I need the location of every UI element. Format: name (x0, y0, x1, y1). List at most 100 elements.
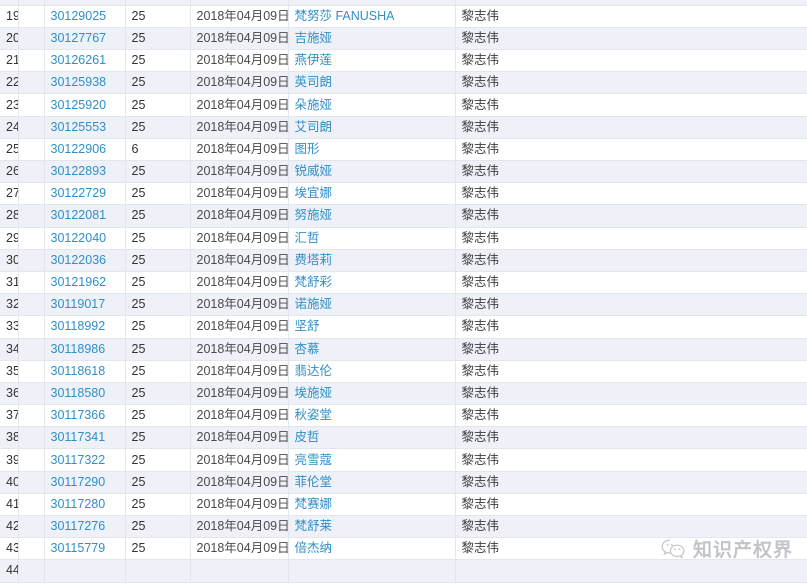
registration-number-cell[interactable]: 30121962 (44, 271, 126, 295)
trademark-name-cell[interactable]: 费塔莉 (288, 249, 456, 272)
trademark-name-cell[interactable]: 汇哲 (288, 227, 456, 250)
trademark-name-link[interactable]: 梵舒莱 (295, 519, 333, 533)
registration-number-cell[interactable]: 30122906 (44, 138, 126, 162)
registration-number-link[interactable]: 30126261 (51, 53, 107, 67)
registration-number-link[interactable]: 30118992 (51, 319, 106, 333)
registration-number-cell[interactable]: 30117366 (44, 404, 126, 428)
table-row[interactable]: 40 30117290 252018年04月09日菲伦堂 黎志伟 (0, 471, 807, 494)
registration-number-link[interactable]: 30118580 (51, 386, 106, 400)
registration-number-cell[interactable]: 30125553 (44, 116, 126, 139)
registration-number-link[interactable]: 30118618 (51, 364, 106, 378)
registration-number-link[interactable]: 30122036 (51, 253, 107, 267)
trademark-name-cell[interactable] (288, 559, 456, 583)
trademark-name-link[interactable]: 图形 (295, 142, 320, 156)
trademark-name-link[interactable]: 费塔莉 (295, 253, 333, 267)
trademark-name-link[interactable]: 锐威娅 (295, 164, 333, 178)
trademark-name-cell[interactable]: 艾司朗 (288, 116, 456, 139)
registration-number-link[interactable]: 30125553 (51, 120, 107, 134)
registration-number-cell[interactable]: 30125938 (44, 71, 126, 95)
trademark-name-cell[interactable]: 埃宜娜 (288, 182, 456, 206)
trademark-name-link[interactable]: 艾司朗 (295, 120, 333, 134)
table-row[interactable]: 33 30118992 252018年04月09日坚舒 黎志伟 (0, 315, 807, 339)
registration-number-cell[interactable]: 30119017 (44, 293, 126, 317)
trademark-name-link[interactable]: 诺施娅 (295, 297, 333, 311)
trademark-name-link[interactable]: 朵施娅 (295, 98, 333, 112)
table-row[interactable]: 35 30118618 252018年04月09日翡达伦 黎志伟 (0, 360, 807, 383)
table-row[interactable]: 44 (0, 559, 807, 583)
registration-number-link[interactable]: 30122906 (51, 142, 107, 156)
registration-number-cell[interactable]: 30126261 (44, 49, 126, 73)
trademark-name-link[interactable]: 秋姿堂 (295, 408, 333, 422)
trademark-name-link[interactable]: 杏慕 (295, 342, 320, 356)
trademark-name-link[interactable]: 倍杰纳 (295, 541, 333, 555)
table-row[interactable]: 24 30125553 252018年04月09日艾司朗 黎志伟 (0, 116, 807, 139)
table-row[interactable]: 34 30118986 252018年04月09日杏慕 黎志伟 (0, 338, 807, 361)
registration-number-cell[interactable]: 30122729 (44, 182, 126, 206)
trademark-name-cell[interactable]: 吉施娅 (288, 27, 456, 51)
trademark-name-cell[interactable]: 梵努莎 FANUSHA (288, 5, 456, 28)
registration-number-cell[interactable]: 30118986 (44, 338, 126, 361)
table-row[interactable]: 27 30122729 252018年04月09日埃宜娜 黎志伟 (0, 182, 807, 206)
registration-number-cell[interactable]: 30117280 (44, 493, 126, 517)
trademark-name-cell[interactable]: 锐威娅 (288, 160, 456, 184)
registration-number-cell[interactable]: 30122081 (44, 204, 126, 228)
table-scroll-viewport[interactable]: 18 30129440252018年04月09日丹玛莲黎志伟19 3012902… (0, 0, 807, 584)
table-row[interactable]: 30 30122036 252018年04月09日费塔莉 黎志伟 (0, 249, 807, 272)
table-row[interactable]: 37 30117366 252018年04月09日秋姿堂 黎志伟 (0, 404, 807, 428)
trademark-name-cell[interactable]: 诺施娅 (288, 293, 456, 317)
table-row[interactable]: 25 30122906 62018年04月09日图形 黎志伟 (0, 138, 807, 162)
trademark-name-link[interactable]: 梵舒彩 (295, 275, 333, 289)
registration-number-link[interactable]: 30115779 (51, 541, 106, 555)
trademark-name-link[interactable]: 吉施娅 (295, 31, 333, 45)
trademark-name-link[interactable]: 燕伊莲 (295, 53, 333, 67)
registration-number-link[interactable]: 30117341 (51, 430, 106, 444)
registration-number-cell[interactable]: 30118580 (44, 382, 126, 406)
registration-number-cell[interactable]: 30118992 (44, 315, 126, 339)
trademark-name-cell[interactable]: 梵舒莱 (288, 515, 456, 539)
trademark-name-cell[interactable]: 燕伊莲 (288, 49, 456, 73)
trademark-name-link[interactable]: 梵努莎 FANUSHA (295, 9, 395, 23)
trademark-name-link[interactable]: 菲伦堂 (295, 475, 333, 489)
registration-number-link[interactable]: 30117366 (51, 408, 106, 422)
trademark-name-cell[interactable]: 菲伦堂 (288, 471, 456, 494)
registration-number-link[interactable]: 30122081 (51, 208, 107, 222)
trademark-name-link[interactable]: 坚舒 (295, 319, 320, 333)
trademark-name-link[interactable]: 埃宜娜 (295, 186, 333, 200)
table-row[interactable]: 36 30118580 252018年04月09日埃施娅 黎志伟 (0, 382, 807, 406)
registration-number-cell[interactable]: 30122036 (44, 249, 126, 272)
trademark-name-link[interactable]: 汇哲 (295, 231, 320, 245)
trademark-name-cell[interactable]: 杏慕 (288, 338, 456, 361)
trademark-name-cell[interactable]: 英司朗 (288, 71, 456, 95)
table-row[interactable]: 28 30122081 252018年04月09日努施娅 黎志伟 (0, 204, 807, 228)
trademark-name-cell[interactable]: 翡达伦 (288, 360, 456, 383)
registration-number-cell[interactable]: 30122893 (44, 160, 126, 184)
trademark-name-link[interactable]: 亮雪蔻 (295, 453, 333, 467)
registration-number-link[interactable]: 30121962 (51, 275, 107, 289)
registration-number-link[interactable]: 30125920 (51, 98, 107, 112)
table-row[interactable]: 39 30117322 252018年04月09日亮雪蔻 黎志伟 (0, 448, 807, 472)
registration-number-link[interactable]: 30117322 (51, 453, 106, 467)
trademark-name-cell[interactable]: 梵舒彩 (288, 271, 456, 295)
table-row[interactable]: 22 30125938 252018年04月09日英司朗 黎志伟 (0, 71, 807, 95)
trademark-name-cell[interactable]: 朵施娅 (288, 93, 456, 117)
trademark-name-cell[interactable]: 倍杰纳 (288, 537, 456, 561)
trademark-name-link[interactable]: 英司朗 (295, 75, 333, 89)
trademark-name-cell[interactable]: 皮哲 (288, 426, 456, 450)
table-row[interactable]: 32 30119017 252018年04月09日诺施娅 黎志伟 (0, 293, 807, 317)
trademark-name-link[interactable]: 梵赛娜 (295, 497, 333, 511)
registration-number-cell[interactable]: 30117290 (44, 471, 126, 494)
table-row[interactable]: 38 30117341 252018年04月09日皮哲 黎志伟 (0, 426, 807, 450)
trademark-name-cell[interactable]: 埃施娅 (288, 382, 456, 406)
table-row[interactable]: 42 30117276 252018年04月09日梵舒莱 黎志伟 (0, 515, 807, 539)
registration-number-link[interactable]: 30117276 (51, 519, 106, 533)
trademark-name-link[interactable]: 翡达伦 (295, 364, 333, 378)
registration-number-link[interactable]: 30127767 (51, 31, 107, 45)
trademark-name-link[interactable]: 皮哲 (295, 430, 320, 444)
registration-number-link[interactable]: 30119017 (51, 297, 106, 311)
registration-number-cell[interactable]: 30129025 (44, 5, 126, 28)
trademark-name-link[interactable]: 努施娅 (295, 208, 333, 222)
registration-number-cell[interactable]: 30127767 (44, 27, 126, 51)
registration-number-link[interactable]: 30117280 (51, 497, 106, 511)
registration-number-link[interactable]: 30122893 (51, 164, 107, 178)
registration-number-cell[interactable]: 30122040 (44, 227, 126, 250)
